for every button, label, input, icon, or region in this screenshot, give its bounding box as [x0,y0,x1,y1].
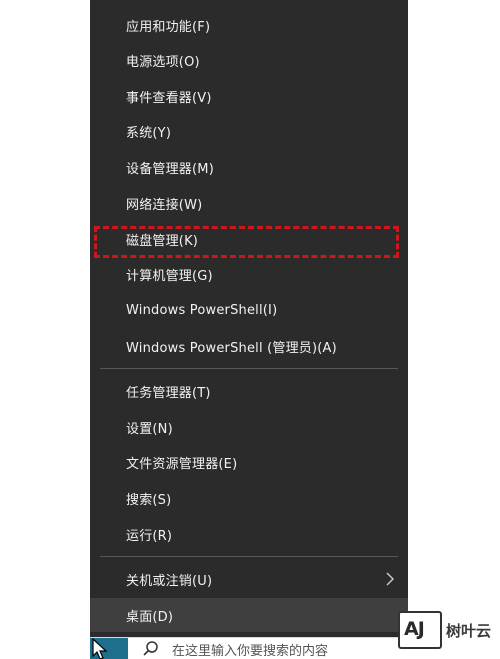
menu-item-label: 文件资源管理器(E) [126,456,238,472]
menu-item-label: 搜索(S) [126,492,172,508]
menu-item-label: 设置(N) [126,421,173,437]
menu-item-settings[interactable]: 设置(N) [90,410,408,444]
watermark: AJ 树叶云 [398,611,500,651]
menu-item-task-manager[interactable]: 任务管理器(T) [90,374,408,408]
screenshot-stage: 应用和功能(F) 电源选项(O) 事件查看器(V) 系统(Y) 设备管理器(M)… [0,0,500,659]
menu-item-label: Windows PowerShell (管理员)(A) [126,340,337,356]
menu-item-label: 设备管理器(M) [126,161,214,177]
taskbar: 在这里输入你要搜索的内容 [90,637,408,659]
watermark-name: 树叶云 [446,622,492,640]
menu-item-disk-management[interactable]: 磁盘管理(K) [90,222,408,256]
menu-separator [100,556,398,557]
menu-item-windows-powershell-admin[interactable]: Windows PowerShell (管理员)(A) [90,329,408,363]
menu-item-label: 运行(R) [126,528,173,544]
menu-item-desktop[interactable]: 桌面(D) [90,598,408,632]
menu-item-device-manager[interactable]: 设备管理器(M) [90,150,408,184]
watermark-logo: AJ [398,611,442,649]
menu-item-label: 任务管理器(T) [126,385,211,401]
menu-item-event-viewer[interactable]: 事件查看器(V) [90,79,408,113]
menu-item-windows-powershell[interactable]: Windows PowerShell(I) [90,293,408,327]
watermark-logo-text: AJ [404,618,425,640]
search-icon [143,641,158,656]
mouse-cursor-icon [92,638,108,659]
menu-separator [100,368,398,369]
menu-item-label: 磁盘管理(K) [126,233,199,249]
menu-item-label: 关机或注销(U) [126,573,213,589]
menu-item-network-connections[interactable]: 网络连接(W) [90,186,408,220]
menu-item-search[interactable]: 搜索(S) [90,481,408,515]
menu-item-power-options[interactable]: 电源选项(O) [90,43,408,77]
menu-item-label: Windows PowerShell(I) [126,302,278,318]
menu-item-run[interactable]: 运行(R) [90,517,408,551]
winx-context-menu: 应用和功能(F) 电源选项(O) 事件查看器(V) 系统(Y) 设备管理器(M)… [90,0,408,637]
search-input[interactable]: 在这里输入你要搜索的内容 [172,640,328,659]
chevron-right-icon [386,572,394,586]
menu-item-label: 电源选项(O) [126,54,200,70]
menu-item-computer-management[interactable]: 计算机管理(G) [90,257,408,291]
menu-item-label: 桌面(D) [126,609,174,625]
menu-item-file-explorer[interactable]: 文件资源管理器(E) [90,445,408,479]
menu-item-label: 系统(Y) [126,125,172,141]
menu-item-apps-features[interactable]: 应用和功能(F) [90,8,408,42]
menu-item-label: 应用和功能(F) [126,19,211,35]
menu-item-shutdown-signout[interactable]: 关机或注销(U) [90,562,408,596]
menu-item-label: 计算机管理(G) [126,268,213,284]
menu-item-system[interactable]: 系统(Y) [90,114,408,148]
menu-item-label: 网络连接(W) [126,197,203,213]
menu-item-label: 事件查看器(V) [126,90,212,106]
